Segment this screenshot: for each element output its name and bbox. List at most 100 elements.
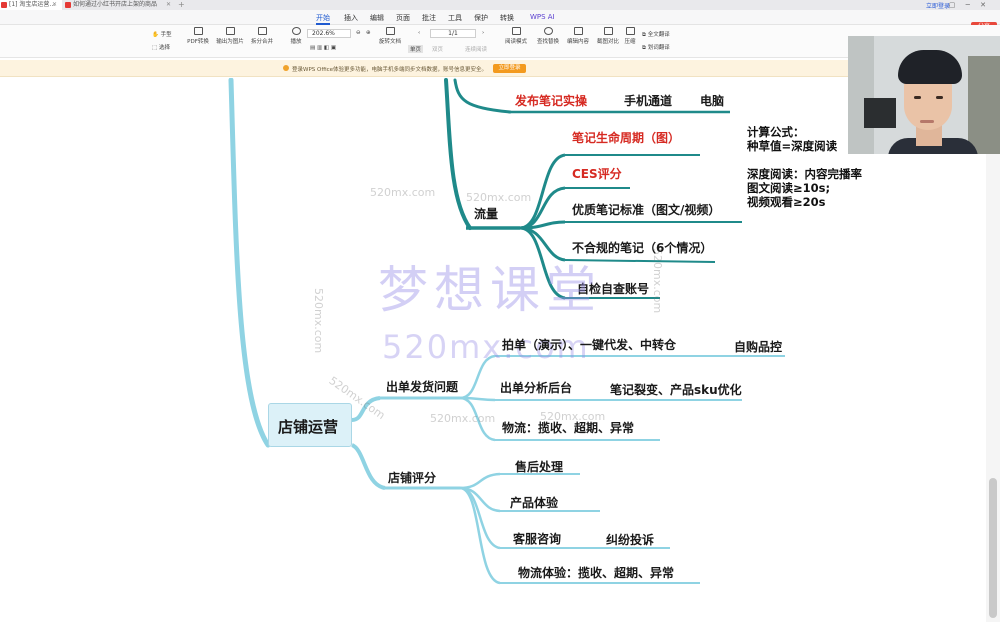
node-rating-child[interactable]: 客服咨询 [513,530,561,547]
pdf-icon [65,2,71,8]
webcam-door [848,36,874,154]
zoom-field[interactable]: 202.6% [307,29,351,38]
hand-tool-label: 手型 [160,32,172,38]
node-rating[interactable]: 店铺评分 [388,469,436,486]
zoom-in-icon[interactable]: ⊕ [366,30,371,36]
export-image-label: 输出为图片 [216,39,244,45]
read-mode-label: 阅读模式 [504,39,527,45]
word-translate-label: 划词翻译 [647,45,670,51]
watermark-text: 520mx.com [312,288,325,354]
node-publish[interactable]: 发布笔记实操 [515,92,587,109]
edit-icon [573,27,583,35]
search-icon [543,27,553,35]
node-traffic-child[interactable]: 笔记生命周期（图） [572,129,680,146]
root-node-label: 店铺运营 [278,418,339,436]
word-translate-button[interactable]: ⧉ 划词翻译 [642,43,670,52]
node-traffic-child[interactable]: CES评分 [572,165,622,182]
close-icon[interactable]: ✕ [166,0,171,10]
node-shipping-child[interactable]: 物流：揽收、超期、异常 [502,419,634,436]
node-traffic-child[interactable]: 优质笔记标准（图文/视频） [572,201,720,218]
play-icon [291,27,301,35]
tab-label: 如何通过小红书开店上架的商品 [73,1,158,8]
pdf-convert-label: PDF转换 [187,39,209,45]
next-page-icon[interactable]: › [482,30,484,36]
presenter-hair [898,50,962,84]
node-note-sku[interactable]: 笔记裂变、产品sku优化 [610,381,742,398]
vertical-scrollbar[interactable] [986,78,1000,622]
page-number-field[interactable]: 1/1 [430,29,476,38]
node-complaint[interactable]: 纠纷投诉 [606,531,654,548]
node-rating-child[interactable]: 产品体验 [510,494,558,511]
node-shipping[interactable]: 出单发货问题 [386,378,458,395]
pdf-convert-icon [193,27,203,35]
node-phone-channel[interactable]: 手机通道 [624,92,672,109]
split-merge-button[interactable]: 拆分合并 [244,27,280,45]
full-translate-label: 全文翻译 [647,32,670,38]
tab-label: [1] 淘宝店运营... [9,1,56,8]
presenter-mouth [920,120,934,123]
node-pc[interactable]: 电脑 [700,92,724,109]
note-image-text: 图文阅读≥10s; [747,181,831,195]
scroll-thumb[interactable] [989,478,997,618]
document-canvas: 520mx.com 520mx.com 520mx.com 520mx.com … [0,78,986,622]
menu-insert[interactable]: 插入 [344,13,358,23]
new-tab-plus-icon[interactable]: + [178,0,185,10]
node-self-purchase[interactable]: 自购品控 [734,338,782,355]
note-formula-title: 计算公式： [747,125,805,139]
warning-icon [283,65,289,71]
export-image-button[interactable]: 输出为图片 [212,27,248,45]
select-tool[interactable]: ⬚ 选择 [152,43,170,51]
single-page-button[interactable]: 单页 [408,45,424,53]
book-icon [511,27,521,35]
menu-edit[interactable]: 编辑 [370,13,384,23]
window-controls[interactable]: ▢ ─ ✕ [949,0,990,10]
note-video: 视频观看≥20s [747,195,826,209]
watermark-text: 520mx.com [466,191,532,204]
watermark-text: 520mx.com [651,248,664,314]
split-merge-label: 拆分合并 [250,39,273,45]
rotate-icon [385,27,395,35]
tab-bar: [1] 淘宝店运营... ✕ 如何通过小红书开店上架的商品 ✕ + 立即登录 ▢… [0,0,1000,10]
tab-document-2[interactable]: 如何通过小红书开店上架的商品 [64,0,174,10]
presenter-eye [914,96,921,99]
close-icon[interactable]: ✕ [52,0,57,10]
note-deep-read: 深度阅读：内容完播率 [747,167,862,181]
play-label: 播放 [290,39,302,45]
note-formula-line: 种草值=深度阅读 [747,139,838,153]
node-traffic[interactable]: 流量 [474,205,498,222]
prev-page-icon[interactable]: ‹ [418,30,420,36]
menu-tools[interactable]: 工具 [448,13,462,23]
read-mode-button[interactable]: 阅读模式 [498,27,534,45]
split-icon [257,27,267,35]
image-icon [225,27,235,35]
menu-protect[interactable]: 保护 [474,13,488,23]
notice-login-button[interactable]: 立即登录 [493,64,526,73]
node-shipping-child[interactable]: 出单分析后台 [500,379,572,396]
watermark-text: 520mx.com [430,412,496,425]
menu-convert[interactable]: 转换 [500,13,514,23]
notice-text: 登录WPS Office体验更多功能，电脑手机多端同步文档数据，账号信息更安全。 [292,67,488,73]
node-rating-child[interactable]: 售后处理 [515,458,563,475]
node-shipping-child[interactable]: 拍单（演示）、一键代发、中转仓 [502,336,676,353]
menu-bar: 开始 插入 编辑 页面 批注 工具 保护 转换 WPS AI 分享 [0,10,1000,31]
double-page-button[interactable]: 双页 [432,45,443,53]
login-link[interactable]: 立即登录 [926,1,950,10]
compress-icon [625,27,635,35]
menu-start[interactable]: 开始 [316,13,330,23]
continuous-read-button[interactable]: 连续阅读 [465,45,487,53]
rotate-doc-button[interactable]: 旋转文档 [372,27,408,45]
menu-page[interactable]: 页面 [396,13,410,23]
zoom-out-icon[interactable]: ⊖ [356,30,361,36]
menu-wps-ai[interactable]: WPS AI [530,13,555,21]
presenter-eye [936,96,943,99]
menu-comment[interactable]: 批注 [422,13,436,23]
full-translate-button[interactable]: ⧉ 全文翻译 [642,30,670,39]
webcam-overlay [848,36,1000,154]
hand-tool[interactable]: ✋ 手型 [152,30,172,38]
select-tool-label: 选择 [158,45,170,51]
watermark-title: 梦想课堂 [378,261,602,319]
pdf-icon [1,2,7,8]
view-icons[interactable]: ▤ ▥ ◧ ▣ [310,45,336,51]
pdf-convert-button[interactable]: PDF转换 [180,27,216,45]
node-rating-child[interactable]: 物流体验：揽收、超期、异常 [518,564,674,581]
